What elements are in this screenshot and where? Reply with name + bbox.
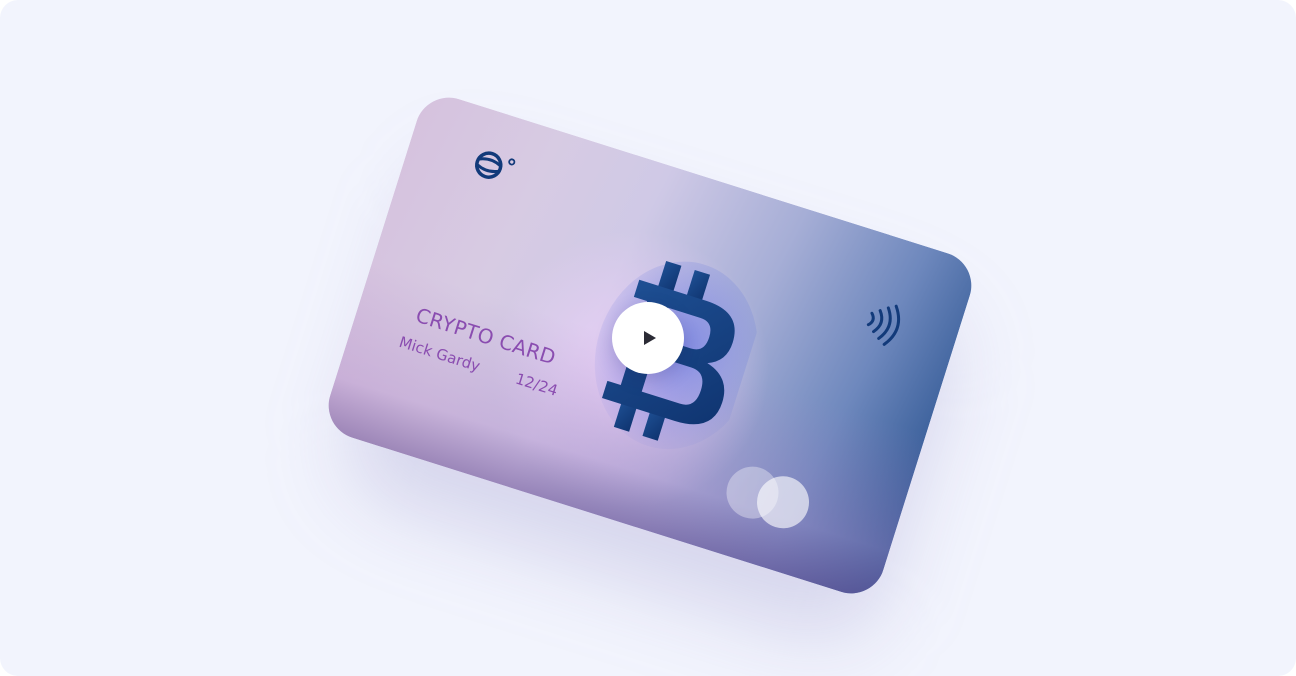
card-expiry-date: 12/24 [513, 369, 560, 400]
contactless-icon [866, 304, 901, 346]
mastercard-circles-icon [719, 458, 818, 537]
globe-logo-icon [475, 151, 516, 179]
play-button[interactable] [612, 302, 684, 374]
play-icon [644, 331, 656, 345]
video-thumbnail-frame: CRYPTO CARD Mick Gardy 12/24 [0, 0, 1296, 676]
